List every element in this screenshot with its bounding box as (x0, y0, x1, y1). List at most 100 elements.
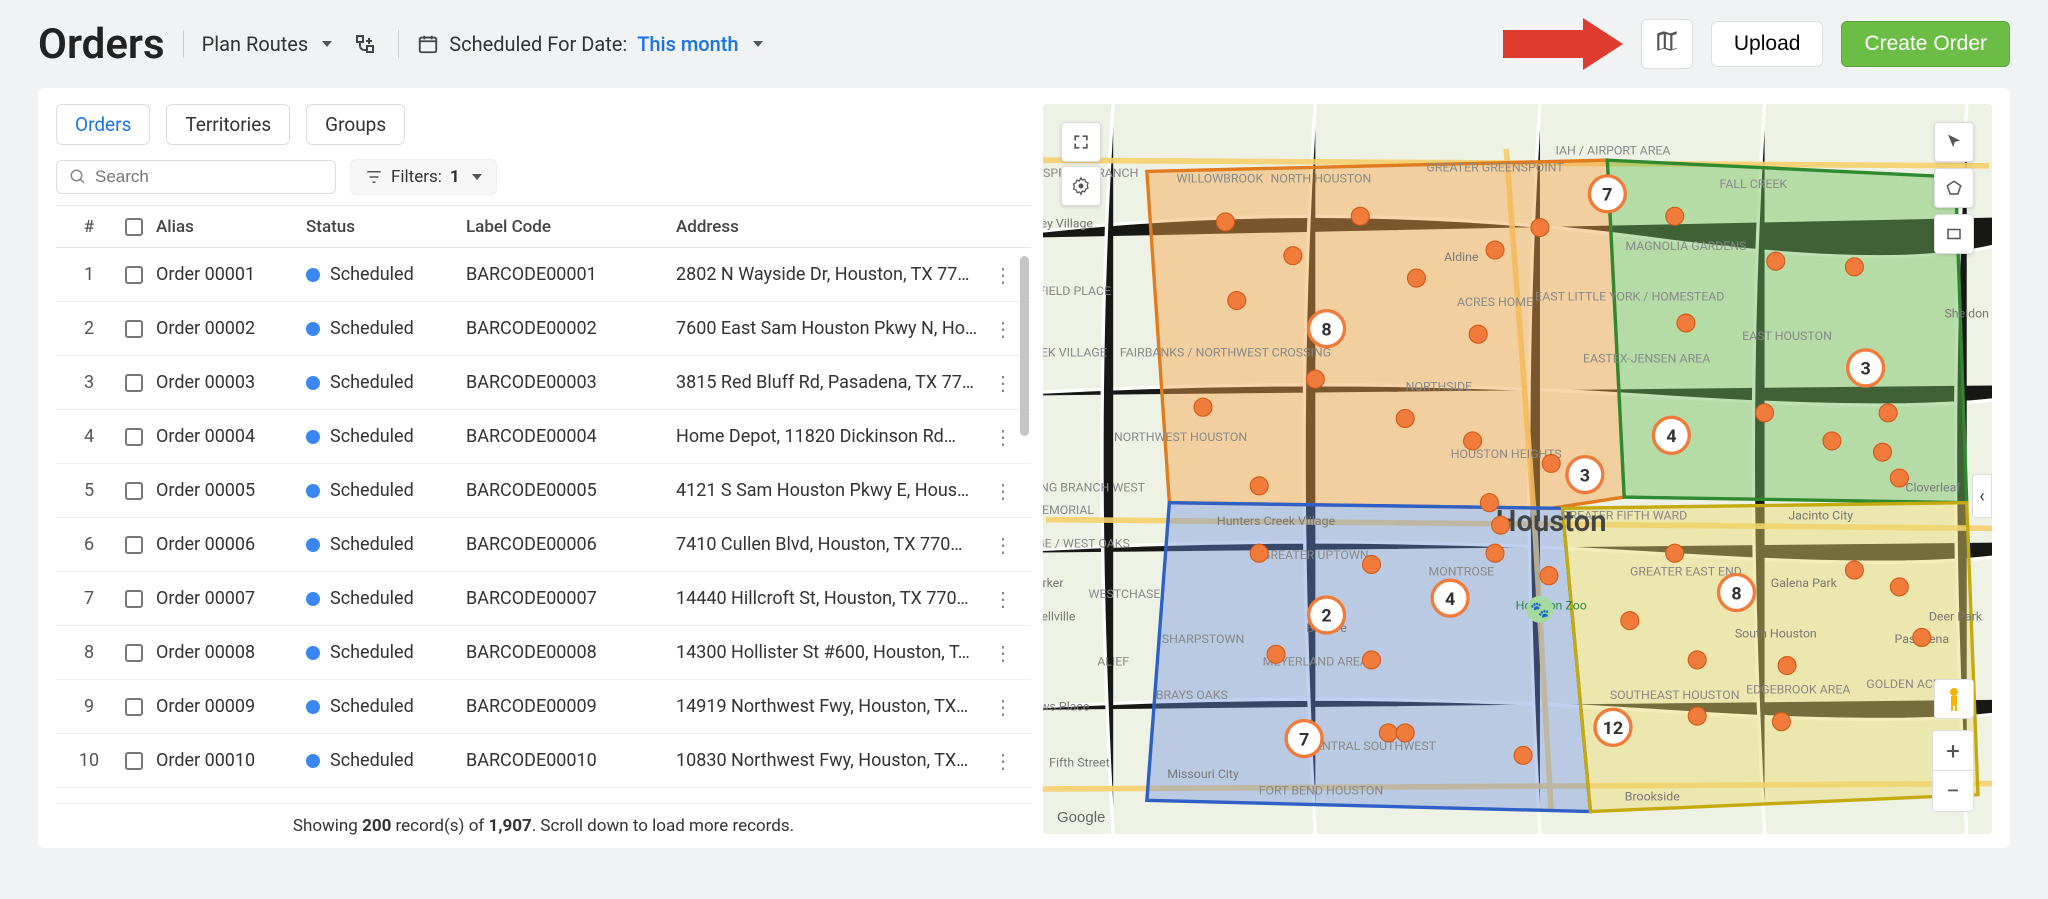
map[interactable]: SPRING BRANCHJersey VillageWILLOWBROOKNO… (1043, 104, 1992, 834)
order-marker[interactable] (1531, 219, 1549, 237)
order-marker[interactable] (1913, 628, 1931, 646)
row-actions-button[interactable]: ⋮ (985, 749, 1021, 773)
create-order-button[interactable]: Create Order (1841, 21, 2010, 67)
col-address[interactable]: Address (676, 217, 985, 237)
row-checkbox[interactable] (112, 374, 156, 392)
order-marker[interactable] (1542, 454, 1560, 472)
rectangle-tool-button[interactable] (1934, 214, 1974, 254)
map-toggle-button[interactable] (1641, 19, 1693, 69)
row-actions-button[interactable]: ⋮ (985, 317, 1021, 341)
cluster-marker[interactable]: 12 (1595, 709, 1631, 745)
table-row[interactable]: 5Order 00005ScheduledBARCODE000054121 S … (56, 464, 1031, 518)
row-actions-button[interactable]: ⋮ (985, 695, 1021, 719)
order-marker[interactable] (1396, 724, 1414, 742)
col-alias[interactable]: Alias (156, 217, 306, 237)
cluster-marker[interactable]: 4 (1653, 417, 1689, 453)
order-marker[interactable] (1514, 746, 1532, 764)
order-marker[interactable] (1486, 241, 1504, 259)
order-marker[interactable] (1351, 207, 1369, 225)
cluster-marker[interactable]: 7 (1589, 176, 1625, 212)
order-marker[interactable] (1217, 213, 1235, 231)
filters-button[interactable]: Filters: 1 (350, 159, 497, 195)
table-row[interactable]: 9Order 00009ScheduledBARCODE0000914919 N… (56, 680, 1031, 734)
row-checkbox[interactable] (112, 698, 156, 716)
table-row[interactable]: 6Order 00006ScheduledBARCODE000067410 Cu… (56, 518, 1031, 572)
row-actions-button[interactable]: ⋮ (985, 641, 1021, 665)
cluster-marker[interactable]: 8 (1309, 311, 1345, 347)
row-checkbox[interactable] (112, 752, 156, 770)
order-marker[interactable] (1284, 247, 1302, 265)
order-marker[interactable] (1540, 567, 1558, 585)
table-row[interactable]: 7Order 00007ScheduledBARCODE0000714440 H… (56, 572, 1031, 626)
cursor-tool-button[interactable] (1934, 122, 1974, 162)
order-marker[interactable] (1666, 544, 1684, 562)
pegman-button[interactable] (1934, 679, 1974, 719)
map-settings-button[interactable] (1061, 166, 1101, 206)
order-marker[interactable] (1480, 494, 1498, 512)
order-marker[interactable] (1379, 724, 1397, 742)
order-marker[interactable] (1890, 578, 1908, 596)
row-checkbox[interactable] (112, 482, 156, 500)
col-status[interactable]: Status (306, 217, 466, 237)
order-marker[interactable] (1250, 544, 1268, 562)
order-marker[interactable] (1486, 544, 1504, 562)
date-filter[interactable]: Scheduled For Date: This month (417, 32, 762, 56)
row-actions-button[interactable]: ⋮ (985, 263, 1021, 287)
row-checkbox[interactable] (112, 428, 156, 446)
order-marker[interactable] (1666, 207, 1684, 225)
scrollbar[interactable] (1020, 256, 1029, 436)
row-checkbox[interactable] (112, 536, 156, 554)
order-marker[interactable] (1677, 314, 1695, 332)
table-row[interactable]: 1Order 00001ScheduledBARCODE000012802 N … (56, 248, 1031, 302)
row-checkbox[interactable] (112, 266, 156, 284)
order-marker[interactable] (1767, 252, 1785, 270)
order-marker[interactable] (1267, 645, 1285, 663)
cluster-marker[interactable]: 8 (1719, 575, 1755, 611)
order-marker[interactable] (1469, 325, 1487, 343)
order-marker[interactable] (1363, 555, 1381, 573)
tab-orders[interactable]: Orders (56, 104, 150, 145)
row-actions-button[interactable]: ⋮ (985, 803, 1021, 804)
order-marker[interactable] (1250, 477, 1268, 495)
cluster-marker[interactable]: 3 (1567, 457, 1603, 493)
order-marker[interactable] (1621, 612, 1639, 630)
row-actions-button[interactable]: ⋮ (985, 533, 1021, 557)
row-actions-button[interactable]: ⋮ (985, 479, 1021, 503)
order-marker[interactable] (1407, 269, 1425, 287)
order-marker[interactable] (1823, 432, 1841, 450)
order-marker[interactable] (1363, 651, 1381, 669)
row-checkbox[interactable] (112, 320, 156, 338)
zoom-in-button[interactable]: + (1933, 731, 1973, 771)
order-marker[interactable] (1688, 651, 1706, 669)
order-marker[interactable] (1778, 657, 1796, 675)
order-marker[interactable] (1890, 469, 1908, 487)
col-label[interactable]: Label Code (466, 217, 676, 237)
order-marker[interactable] (1688, 707, 1706, 725)
order-marker[interactable] (1879, 404, 1897, 422)
order-marker[interactable] (1194, 398, 1212, 416)
search-input-wrap[interactable] (56, 160, 336, 194)
order-marker[interactable] (1756, 404, 1774, 422)
table-row[interactable]: 11Order 00011ScheduledBARCODE000118605 W… (56, 788, 1031, 803)
row-actions-button[interactable]: ⋮ (985, 587, 1021, 611)
col-check-all[interactable] (112, 218, 156, 236)
row-actions-button[interactable]: ⋮ (985, 371, 1021, 395)
order-marker[interactable] (1874, 443, 1892, 461)
order-marker[interactable] (1845, 561, 1863, 579)
cluster-marker[interactable]: 3 (1848, 350, 1884, 386)
order-marker[interactable] (1464, 432, 1482, 450)
row-checkbox[interactable] (112, 590, 156, 608)
order-marker[interactable] (1306, 370, 1324, 388)
order-marker[interactable] (1845, 258, 1863, 276)
table-row[interactable]: 4Order 00004ScheduledBARCODE00004Home De… (56, 410, 1031, 464)
cluster-marker[interactable]: 2 (1309, 597, 1345, 633)
table-row[interactable]: 3Order 00003ScheduledBARCODE000033815 Re… (56, 356, 1031, 410)
tab-territories[interactable]: Territories (166, 104, 290, 145)
cluster-marker[interactable]: 4 (1432, 580, 1468, 616)
zoom-out-button[interactable]: − (1933, 771, 1973, 811)
polygon-tool-button[interactable] (1934, 168, 1974, 208)
cluster-marker[interactable]: 7 (1286, 721, 1322, 757)
table-row[interactable]: 8Order 00008ScheduledBARCODE0000814300 H… (56, 626, 1031, 680)
row-checkbox[interactable] (112, 644, 156, 662)
order-marker[interactable] (1772, 713, 1790, 731)
